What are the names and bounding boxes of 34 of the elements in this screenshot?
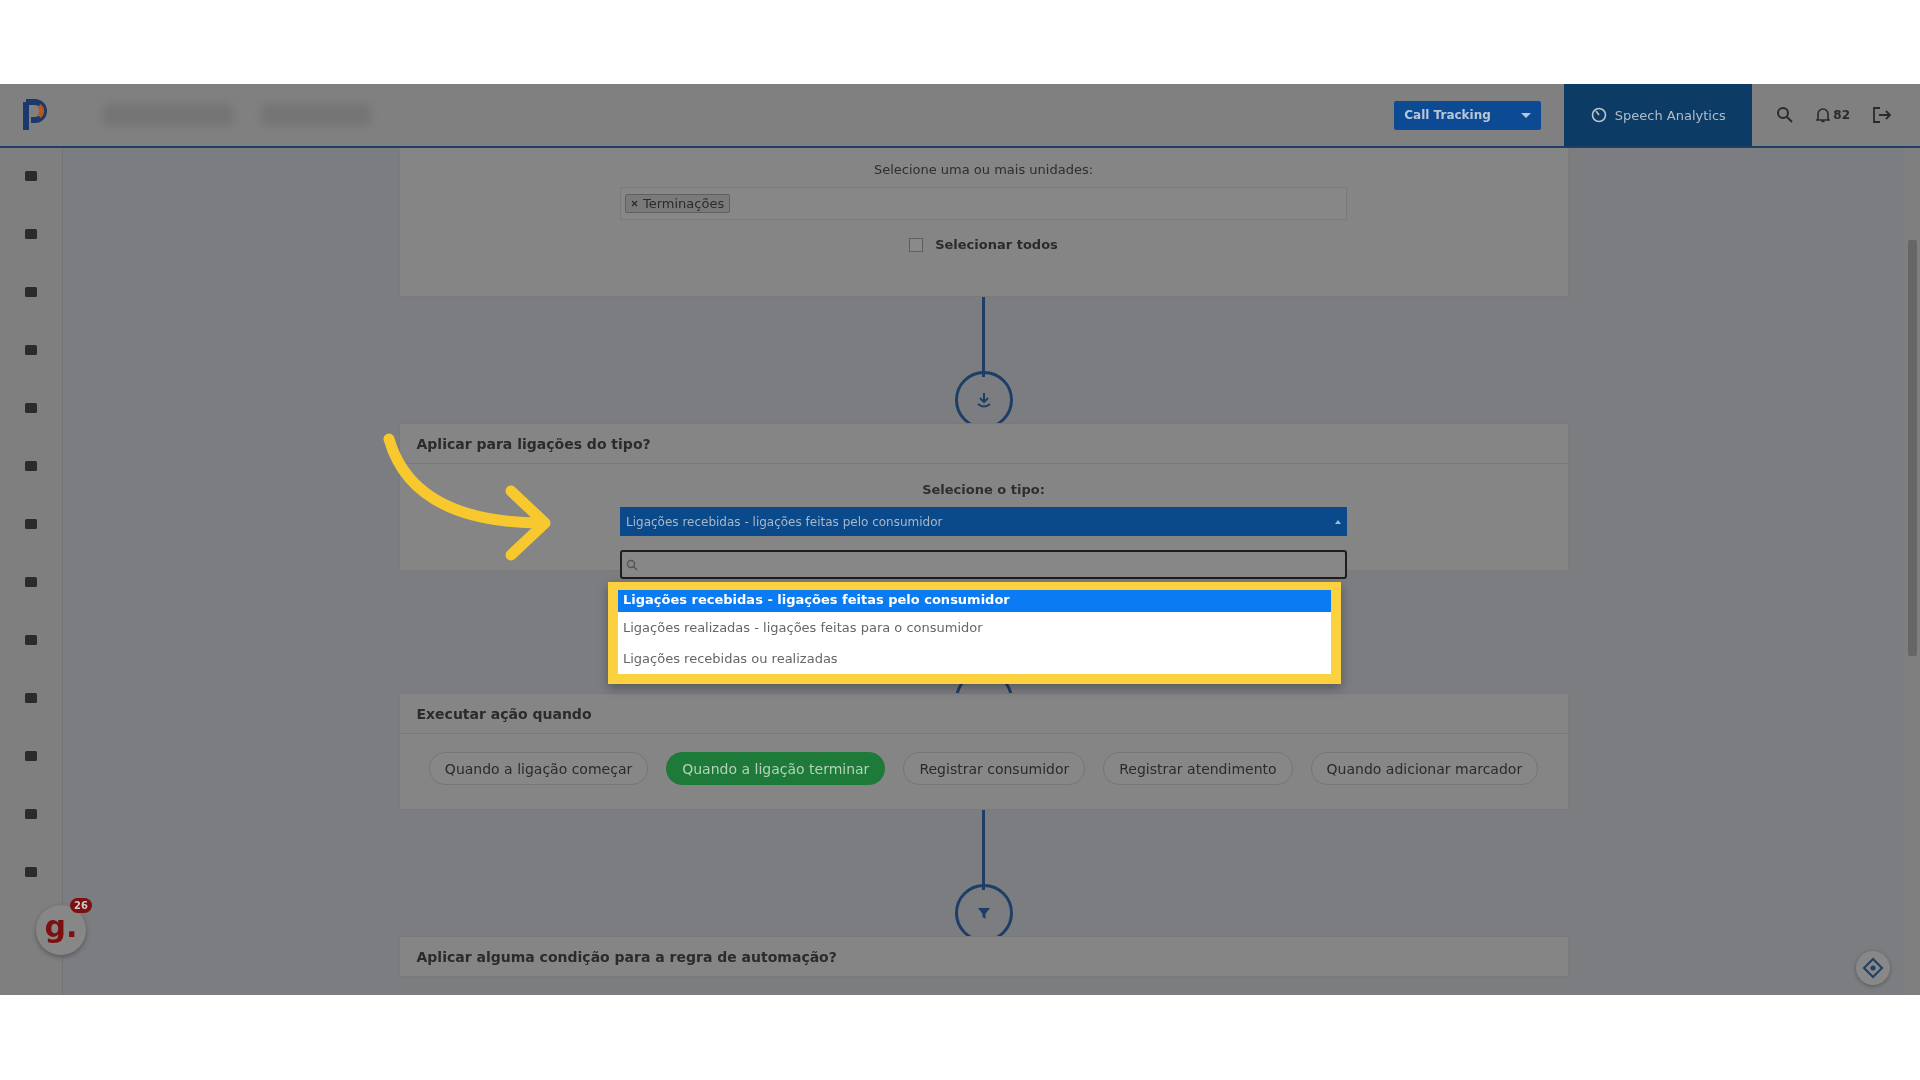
trigger-option[interactable]: Registrar consumidor bbox=[903, 752, 1086, 785]
select-all-label: Selecionar todos bbox=[935, 237, 1058, 252]
gauge-icon bbox=[1590, 107, 1607, 123]
assistant-badge: 26 bbox=[70, 898, 92, 913]
trigger-option[interactable]: Quando a ligação terminar bbox=[666, 752, 886, 785]
bell-icon bbox=[1816, 107, 1831, 123]
units-label: Selecione uma ou mais unidades: bbox=[873, 162, 1094, 177]
search-icon[interactable] bbox=[1776, 106, 1795, 124]
dropdown-option[interactable]: Ligações recebidas ou realizadas bbox=[618, 643, 1331, 674]
type-label: Selecione o tipo: bbox=[922, 482, 1045, 497]
action-card-title: Executar ação quando bbox=[399, 694, 1568, 734]
help-widget-icon[interactable] bbox=[1856, 951, 1890, 985]
dropdown-option[interactable]: Ligações recebidas - ligações feitas pelo consumidor bbox=[618, 590, 1331, 612]
type-card-title: Aplicar para ligações do tipo? bbox=[399, 424, 1568, 464]
type-select[interactable]: Ligações recebidas - ligações feitas pelo consumidor bbox=[620, 507, 1347, 536]
notification-count: 82 bbox=[1833, 108, 1850, 122]
caret-icon bbox=[1521, 112, 1532, 118]
search-field[interactable] bbox=[620, 550, 1347, 579]
units-field[interactable]: Terminações bbox=[620, 187, 1347, 220]
notifications-button[interactable]: 82 bbox=[1816, 107, 1850, 123]
condition-card-title: Aplicar alguma condição para a regra de automação? bbox=[399, 937, 1568, 977]
caret-icon bbox=[1335, 519, 1341, 524]
trigger-option[interactable]: Quando a ligação começar bbox=[428, 752, 649, 785]
logout-icon[interactable] bbox=[1872, 106, 1892, 124]
trigger-option[interactable]: Registrar atendimento bbox=[1103, 752, 1293, 785]
unit-tag[interactable]: Terminações bbox=[625, 194, 731, 213]
remove-icon[interactable] bbox=[631, 200, 638, 207]
trigger-option[interactable]: Quando adicionar marcador bbox=[1310, 752, 1539, 785]
select-all-checkbox[interactable] bbox=[909, 237, 924, 252]
dropdown-option[interactable]: Ligações realizadas - ligações feitas para o consumidor bbox=[618, 612, 1331, 643]
search-icon bbox=[626, 558, 638, 571]
analytics-label: Speech Analytics bbox=[1614, 107, 1726, 123]
product-dropdown[interactable]: Call Tracking bbox=[1394, 100, 1542, 130]
analytics-tab[interactable]: Speech Analytics bbox=[1564, 84, 1753, 146]
